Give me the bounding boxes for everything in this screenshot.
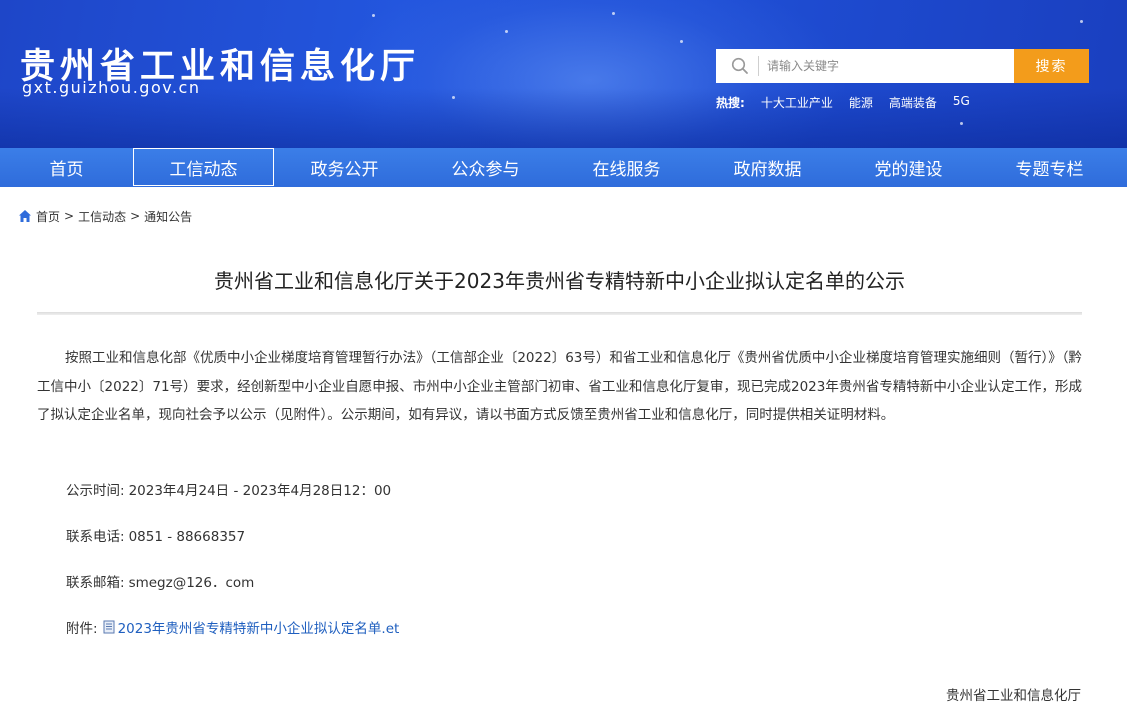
hot-search-item[interactable]: 5G bbox=[953, 94, 970, 112]
publicity-time: 公示时间: 2023年4月24日 - 2023年4月28日12：00 bbox=[66, 479, 391, 499]
hot-search-item[interactable]: 十大工业产业 bbox=[761, 94, 833, 112]
nav-item-home[interactable]: 首页 bbox=[0, 148, 133, 187]
search-icon bbox=[730, 56, 750, 76]
nav-item-special-topics[interactable]: 专题专栏 bbox=[979, 148, 1120, 187]
title-divider bbox=[37, 312, 1082, 315]
hot-search-item[interactable]: 高端装备 bbox=[889, 94, 937, 112]
search-button[interactable]: 搜索 bbox=[1014, 49, 1089, 83]
search-divider bbox=[758, 56, 759, 76]
banner-star bbox=[505, 30, 508, 33]
banner-star bbox=[1080, 20, 1083, 23]
contact-phone-value: 0851 - 88668357 bbox=[128, 529, 246, 545]
article-body: 按照工业和信息化部《优质中小企业梯度培育管理暂行办法》（工信部企业〔2022〕6… bbox=[37, 350, 1082, 423]
hot-search-item[interactable]: 能源 bbox=[849, 94, 873, 112]
article-signature: 贵州省工业和信息化厅 bbox=[946, 688, 1081, 704]
nav-item-news[interactable]: 工信动态 bbox=[133, 148, 274, 186]
banner-star bbox=[452, 96, 455, 99]
attachment-label: 附件: bbox=[66, 621, 98, 637]
breadcrumb-notices[interactable]: 通知公告 bbox=[144, 208, 192, 225]
publicity-time-label: 公示时间: bbox=[66, 483, 125, 499]
banner-star bbox=[372, 14, 375, 17]
publicity-time-value: 2023年4月24日 - 2023年4月28日12：00 bbox=[128, 483, 392, 499]
nav-item-government-affairs[interactable]: 政务公开 bbox=[274, 148, 415, 187]
hot-search: 热搜: 十大工业产业 能源 高端装备 5G bbox=[716, 94, 986, 112]
home-icon bbox=[18, 209, 32, 223]
breadcrumb-home[interactable]: 首页 bbox=[36, 208, 60, 225]
banner-star bbox=[960, 122, 963, 125]
nav-item-public-participation[interactable]: 公众参与 bbox=[415, 148, 556, 187]
attachment: 附件: 2023年贵州省专精特新中小企业拟认定名单.et bbox=[66, 617, 399, 637]
contact-phone: 联系电话: 0851 - 88668357 bbox=[66, 525, 245, 545]
contact-phone-label: 联系电话: bbox=[66, 529, 125, 545]
breadcrumb-separator: > bbox=[130, 209, 141, 223]
nav-item-online-services[interactable]: 在线服务 bbox=[556, 148, 697, 187]
attachment-link[interactable]: 2023年贵州省专精特新中小企业拟认定名单.et bbox=[118, 617, 400, 637]
banner-star bbox=[612, 12, 615, 15]
nav-item-party-building[interactable]: 党的建设 bbox=[838, 148, 979, 187]
site-domain: gxt.guizhou.gov.cn bbox=[22, 78, 201, 97]
breadcrumb-news[interactable]: 工信动态 bbox=[78, 208, 126, 225]
contact-email: 联系邮箱: smegz@126．com bbox=[66, 571, 254, 591]
contact-email-label: 联系邮箱: bbox=[66, 575, 125, 591]
main-nav: 首页 工信动态 政务公开 公众参与 在线服务 政府数据 党的建设 专题专栏 bbox=[0, 148, 1127, 187]
search-box bbox=[716, 49, 1014, 83]
banner-star bbox=[680, 40, 683, 43]
breadcrumb: 首页 > 工信动态 > 通知公告 bbox=[18, 207, 192, 225]
breadcrumb-separator: > bbox=[64, 209, 75, 223]
hot-search-label: 热搜: bbox=[716, 96, 745, 110]
search-input[interactable] bbox=[767, 59, 987, 73]
article-title: 贵州省工业和信息化厅关于2023年贵州省专精特新中小企业拟认定名单的公示 bbox=[214, 269, 905, 293]
contact-email-value: smegz@126．com bbox=[128, 575, 255, 591]
document-icon bbox=[102, 620, 116, 634]
nav-item-government-data[interactable]: 政府数据 bbox=[697, 148, 838, 187]
